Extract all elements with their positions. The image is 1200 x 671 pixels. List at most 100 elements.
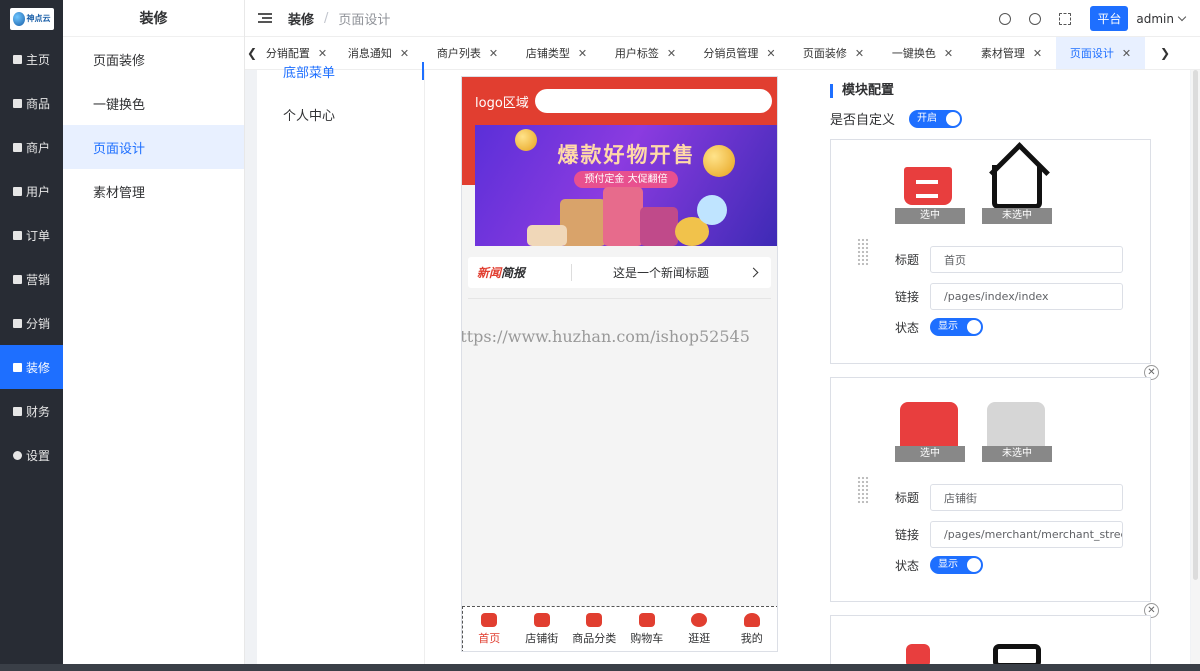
shop-icon <box>533 613 550 627</box>
close-icon[interactable]: ✕ <box>944 47 953 60</box>
tabbar-item-street[interactable]: 店铺街 <box>516 607 569 651</box>
user-menu[interactable]: admin <box>1136 11 1187 26</box>
menu-item-card: 选中 未选中 标题 首页 链接/pages/index/index 状态 显示 <box>830 139 1151 364</box>
submenu-item-material[interactable]: 素材管理 <box>63 169 244 213</box>
nav-goods[interactable]: 商品 <box>0 81 63 125</box>
tab-distributor[interactable]: 分销员管理 ✕ <box>690 37 789 69</box>
menu-fold-icon[interactable] <box>258 13 272 23</box>
breadcrumb-section[interactable]: 装修 <box>288 9 314 28</box>
tab-user-tags[interactable]: 用户标签 ✕ <box>601 37 690 69</box>
content-scrollbar[interactable] <box>1191 70 1200 664</box>
custom-switch[interactable]: 开启 <box>909 109 963 128</box>
bottom-edge <box>0 664 1200 671</box>
refresh-icon[interactable] <box>999 12 1012 25</box>
sub-menu: 装修 页面装修 一键换色 页面设计 素材管理 <box>63 0 245 671</box>
app: 神点云 主页 商品 商户 用户 订单 营销 分销 装修 财务 设置 装修 页面装… <box>0 0 1200 671</box>
nav-settings[interactable]: 设置 <box>0 433 63 477</box>
config-title: 模块配置 <box>830 84 894 98</box>
close-icon[interactable]: ✕ <box>400 47 409 60</box>
store-icon <box>12 142 22 152</box>
tab-merchant-list[interactable]: 商户列表 ✕ <box>423 37 512 69</box>
tab-theme-color[interactable]: 一键换色 ✕ <box>878 37 967 69</box>
shop-icon <box>900 402 958 452</box>
planet-icon <box>691 613 708 627</box>
close-icon[interactable]: ✕ <box>1122 47 1131 60</box>
title-input[interactable]: 店铺街 <box>930 484 1123 511</box>
drag-handle-icon[interactable] <box>857 476 869 504</box>
watermark: https://www.huzhan.com/ishop52545 <box>461 327 750 346</box>
nav-distribution[interactable]: 分销 <box>0 301 63 345</box>
phone-preview: logo区域 爆款好物开售 预付定金 大促翻倍 新闻简报 这是一个新闻标题 ht… <box>461 76 778 652</box>
cart-icon <box>904 167 952 205</box>
coin-icon <box>515 129 537 151</box>
submenu-item-page-decoration[interactable]: 页面装修 <box>63 37 244 81</box>
platform-button[interactable]: 平台 <box>1090 6 1129 31</box>
bulb-icon <box>697 195 727 225</box>
close-icon[interactable]: ✕ <box>578 47 587 60</box>
close-icon[interactable]: ✕ <box>766 47 775 60</box>
top-bar: 装修 / 页面设计 平台 admin <box>245 0 1200 37</box>
tabbar-item-cart[interactable]: 购物车 <box>621 607 674 651</box>
person-icon <box>12 318 22 328</box>
tabbar-item-browse[interactable]: 逛逛 <box>673 607 726 651</box>
gear-icon <box>12 450 22 460</box>
page-item-bottom-menu[interactable]: 底部菜单 <box>257 62 424 81</box>
box-icon <box>527 225 567 246</box>
close-icon[interactable]: ✕ <box>1033 47 1042 60</box>
nav-finance[interactable]: 财务 <box>0 389 63 433</box>
scrollbar-thumb[interactable] <box>1193 70 1198 580</box>
tab-material[interactable]: 素材管理 ✕ <box>967 37 1056 69</box>
nav-order[interactable]: 订单 <box>0 213 63 257</box>
close-icon[interactable]: ✕ <box>489 47 498 60</box>
tab-page-design[interactable]: 页面设计 ✕ <box>1056 37 1145 69</box>
tab-page-decoration[interactable]: 页面装修 ✕ <box>789 37 878 69</box>
user-icon <box>743 613 760 627</box>
nav-marketing[interactable]: 营销 <box>0 257 63 301</box>
tabbar-item-category[interactable]: 商品分类 <box>568 607 621 651</box>
tab-scroll-right-icon[interactable]: ❯ <box>1145 37 1185 69</box>
unselected-icon-upload[interactable]: 未选中 <box>982 162 1052 224</box>
clipboard-icon <box>12 230 22 240</box>
username: admin <box>1136 11 1174 26</box>
drag-handle-icon[interactable] <box>857 238 869 266</box>
submenu-item-page-design[interactable]: 页面设计 <box>63 125 244 169</box>
link-input[interactable]: /pages/index/index <box>930 283 1123 310</box>
banner-subtitle: 预付定金 大促翻倍 <box>574 171 678 188</box>
news-ticker[interactable]: 新闻简报 这是一个新闻标题 <box>468 257 771 288</box>
unselected-icon-upload[interactable]: 未选中 <box>982 400 1052 462</box>
menu-item-card-partial <box>830 615 1151 671</box>
nav-merchant[interactable]: 商户 <box>0 125 63 169</box>
tabbar-item-mine[interactable]: 我的 <box>726 607 778 651</box>
status-switch[interactable]: 显示 <box>930 556 983 574</box>
nav-home[interactable]: 主页 <box>0 37 63 81</box>
status-switch[interactable]: 显示 <box>930 318 983 336</box>
close-icon[interactable]: ✕ <box>318 47 327 60</box>
tab-store-type[interactable]: 店铺类型 ✕ <box>512 37 601 69</box>
nav-user[interactable]: 用户 <box>0 169 63 213</box>
nav-decoration[interactable]: 装修 <box>0 345 63 389</box>
submenu-item-theme-color[interactable]: 一键换色 <box>63 81 244 125</box>
logo-globe-icon <box>12 11 25 26</box>
grid-icon <box>12 54 22 64</box>
brand-logo[interactable]: 神点云 <box>0 0 63 37</box>
tabbar-item-home[interactable]: 首页 <box>463 607 516 651</box>
page-item-personal-center[interactable]: 个人中心 <box>257 92 424 136</box>
home-icon <box>992 165 1042 209</box>
close-icon[interactable]: ✕ <box>667 47 676 60</box>
fullscreen-icon[interactable] <box>1059 12 1072 25</box>
search-icon[interactable] <box>1029 12 1042 25</box>
title-input[interactable]: 首页 <box>930 246 1123 273</box>
shop-icon <box>987 402 1045 452</box>
coin-icon <box>703 145 735 177</box>
main-nav-rail: 神点云 主页 商品 商户 用户 订单 营销 分销 装修 财务 设置 <box>0 0 63 671</box>
selected-icon-upload[interactable]: 选中 <box>895 162 965 224</box>
user-icon <box>12 186 22 196</box>
bag-icon <box>12 98 22 108</box>
page-design-panel: 底部菜单 个人中心 logo区域 爆款好物开售 预付定金 大促翻倍 新闻简报 这… <box>257 62 1190 671</box>
divider <box>468 298 771 299</box>
link-input[interactable]: /pages/merchant/merchant_street/i <box>930 521 1123 548</box>
phone-search-bar[interactable] <box>535 89 772 113</box>
close-icon[interactable]: ✕ <box>855 47 864 60</box>
promo-banner[interactable]: 爆款好物开售 预付定金 大促翻倍 <box>475 125 777 246</box>
selected-icon-upload[interactable]: 选中 <box>895 400 965 462</box>
